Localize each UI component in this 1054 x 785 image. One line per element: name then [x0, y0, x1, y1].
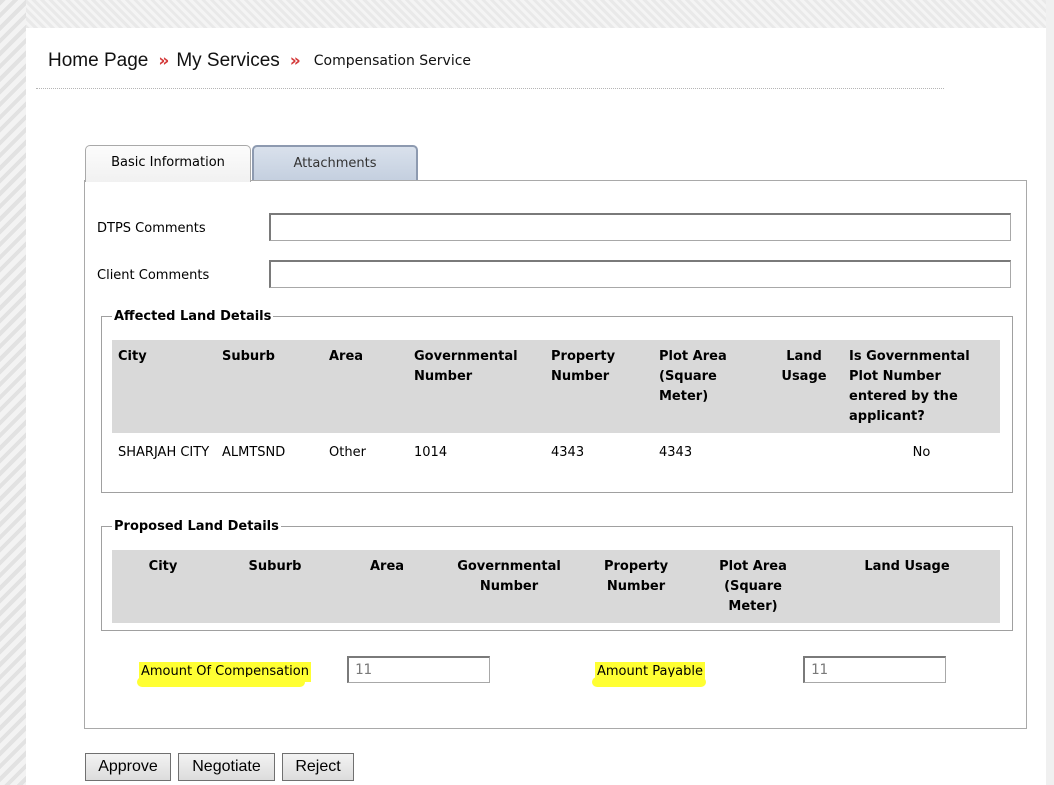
- column-header: Land Usage: [814, 550, 1000, 623]
- table-cell-city: SHARJAH CITY: [118, 445, 210, 460]
- amount-of-compensation-field[interactable]: 11: [347, 656, 490, 683]
- breadcrumb-separator-icon: »: [289, 51, 301, 71]
- table-header-row: City Suburb Area Governmental Number Pro…: [112, 340, 1000, 433]
- table-row: SHARJAH CITY ALMTSND Other 1014 4343 434…: [112, 433, 1000, 463]
- column-header: Plot Area (Square Meter): [653, 340, 765, 433]
- tab-attachments[interactable]: Attachments: [252, 145, 418, 181]
- proposed-land-table: City Suburb Area Governmental Number Pro…: [112, 550, 1000, 623]
- table-cell-property-number: 4343: [551, 445, 585, 460]
- header-divider: [36, 88, 944, 89]
- column-header: City: [112, 550, 214, 623]
- tab-basic-information[interactable]: Basic Information: [85, 145, 251, 182]
- breadcrumb-current-page: Compensation Service: [313, 53, 472, 69]
- breadcrumb-my-services-link[interactable]: My Services: [176, 50, 279, 72]
- breadcrumb-home-link[interactable]: Home Page: [48, 50, 148, 72]
- table-cell-area: Other: [329, 445, 366, 460]
- client-comments-label: Client Comments: [97, 268, 210, 283]
- table-header-row: City Suburb Area Governmental Number Pro…: [112, 550, 1000, 623]
- proposed-land-details-legend: Proposed Land Details: [114, 519, 279, 534]
- left-decorative-pattern: [0, 0, 26, 785]
- column-header: Area: [336, 550, 438, 623]
- approve-button[interactable]: Approve: [85, 753, 171, 781]
- column-header: City: [112, 340, 216, 433]
- basic-information-panel: DTPS Comments Client Comments Affected L…: [84, 180, 1027, 729]
- highlight-mark: [137, 677, 305, 687]
- column-header: Plot Area (Square Meter): [692, 550, 814, 623]
- column-header: Suburb: [216, 340, 323, 433]
- highlight-mark: [592, 677, 706, 687]
- column-header: Property Number: [580, 550, 692, 623]
- right-decorative-strip: [1046, 0, 1054, 785]
- client-comments-field[interactable]: [269, 260, 1011, 288]
- column-header: Area: [323, 340, 408, 433]
- column-header: Governmental Number: [408, 340, 545, 433]
- table-cell-governmental-number: 1014: [414, 445, 448, 460]
- column-header: Suburb: [214, 550, 336, 623]
- affected-land-details-legend: Affected Land Details: [114, 309, 272, 324]
- column-header: Is Governmental Plot Number entered by t…: [843, 340, 1000, 433]
- dtps-comments-label: DTPS Comments: [97, 221, 206, 236]
- table-cell-suburb: ALMTSND: [222, 445, 286, 460]
- top-decorative-strip: [0, 0, 1054, 28]
- column-header: Land Usage: [765, 340, 843, 433]
- breadcrumb-separator-icon: »: [158, 51, 169, 71]
- column-header: Property Number: [545, 340, 653, 433]
- affected-land-table: City Suburb Area Governmental Number Pro…: [112, 340, 1000, 463]
- proposed-land-details-section: Proposed Land Details City Suburb Area G…: [101, 519, 1013, 631]
- breadcrumb: Home Page » My Services » Compensation S…: [48, 46, 471, 76]
- reject-button[interactable]: Reject: [282, 753, 354, 781]
- negotiate-button[interactable]: Negotiate: [178, 753, 275, 781]
- amount-payable-field[interactable]: 11: [803, 656, 946, 683]
- table-cell-plot-area: 4343: [659, 445, 693, 460]
- table-cell-land-usage: [765, 433, 843, 463]
- dtps-comments-field[interactable]: [269, 213, 1011, 241]
- affected-land-details-section: Affected Land Details City Suburb Area G…: [101, 309, 1013, 493]
- column-header: Governmental Number: [438, 550, 580, 623]
- table-cell-plot-number-entered: No: [912, 445, 931, 460]
